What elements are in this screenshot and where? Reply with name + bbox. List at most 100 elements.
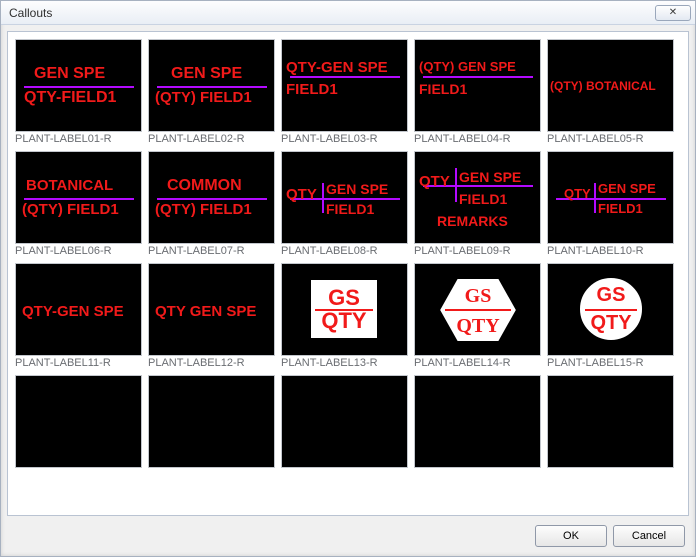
thumbnail-caption: PLANT-LABEL11-R — [15, 357, 142, 369]
callout-text: COMMON — [167, 178, 242, 194]
thumbnail-caption: PLANT-LABEL08-R — [281, 245, 408, 257]
thumbnail-caption: PLANT-LABEL12-R — [148, 357, 275, 369]
callout-text: (QTY) FIELD1 — [22, 202, 119, 217]
callout-thumbnail[interactable]: GEN SPE QTY-FIELD1 — [15, 39, 142, 132]
callout-thumbnail[interactable]: GS QTY — [547, 263, 674, 356]
dialog-footer: OK Cancel — [1, 522, 695, 556]
thumbnail-caption: PLANT-LABEL14-R — [414, 357, 541, 369]
callout-text: QTY GEN SPE — [155, 304, 256, 319]
callout-thumbnail[interactable]: QTY-GEN SPE — [15, 263, 142, 356]
callout-text: QTY — [419, 174, 450, 189]
divider — [157, 198, 267, 200]
grid-cell: QTY GEN SPE PLANT-LABEL12-R — [148, 263, 275, 369]
callout-thumbnail[interactable]: GS QTY — [414, 263, 541, 356]
callout-text: GEN SPE — [326, 182, 388, 196]
thumbnail-caption: PLANT-LABEL15-R — [547, 357, 674, 369]
callout-text: GEN SPE — [34, 66, 105, 82]
thumbnail-caption: PLANT-LABEL13-R — [281, 357, 408, 369]
thumbnail-caption: PLANT-LABEL03-R — [281, 133, 408, 145]
titlebar: Callouts ✕ — [1, 1, 695, 25]
callout-text: GEN SPE — [171, 66, 242, 82]
thumbnail-caption: PLANT-LABEL06-R — [15, 245, 142, 257]
thumbnail-caption: PLANT-LABEL07-R — [148, 245, 275, 257]
callout-text: QTY — [286, 187, 317, 202]
grid-cell: GS QTY PLANT-LABEL14-R — [414, 263, 541, 369]
callout-text: FIELD1 — [459, 192, 507, 206]
callout-text: FIELD1 — [286, 82, 338, 97]
close-icon: ✕ — [669, 7, 677, 18]
grid-cell — [15, 375, 142, 468]
callout-text: GS — [580, 284, 642, 307]
svg-text:QTY: QTY — [456, 315, 500, 337]
callout-text: BOTANICAL — [26, 178, 113, 193]
grid-cell: GSQTY PLANT-LABEL13-R — [281, 263, 408, 369]
circle-shape: GS QTY — [578, 276, 644, 342]
grid-cell: COMMON (QTY) FIELD1 PLANT-LABEL07-R — [148, 151, 275, 257]
grid-cell: (QTY) BOTANICAL PLANT-LABEL05-R — [547, 39, 674, 145]
callout-text: GEN SPE — [598, 182, 656, 195]
callout-thumbnail[interactable] — [15, 375, 142, 468]
thumbnail-caption: PLANT-LABEL01-R — [15, 133, 142, 145]
ok-button[interactable]: OK — [535, 525, 607, 547]
callout-text: GEN SPE — [459, 170, 521, 184]
grid-cell — [547, 375, 674, 468]
grid-cell — [414, 375, 541, 468]
callout-text: QTY — [311, 308, 377, 334]
divider — [157, 86, 267, 88]
divider — [24, 198, 134, 200]
grid-cell: QTY-GEN SPE PLANT-LABEL11-R — [15, 263, 142, 369]
callout-text: FIELD1 — [326, 202, 374, 216]
divider — [423, 76, 533, 78]
callout-text: QTY-GEN SPE — [286, 60, 388, 75]
divider-vertical — [594, 183, 596, 213]
divider — [290, 76, 400, 78]
callout-text: FIELD1 — [419, 82, 467, 96]
grid-cell — [148, 375, 275, 468]
thumbnail-caption: PLANT-LABEL10-R — [547, 245, 674, 257]
callout-thumbnail[interactable]: (QTY) BOTANICAL — [547, 39, 674, 132]
svg-text:GS: GS — [465, 285, 492, 307]
callout-thumbnail[interactable]: (QTY) GEN SPE FIELD1 — [414, 39, 541, 132]
callout-thumbnail[interactable] — [281, 375, 408, 468]
thumbnail-caption: PLANT-LABEL05-R — [547, 133, 674, 145]
grid-cell: QTYGEN SPEFIELD1PLANT-LABEL10-R — [547, 151, 674, 257]
callout-text: QTY-FIELD1 — [24, 90, 116, 106]
thumbnail-grid: GEN SPE QTY-FIELD1 PLANT-LABEL01-R GEN SPE (… — [15, 39, 681, 468]
callout-text: (QTY) GEN SPE — [419, 60, 516, 73]
callout-text: FIELD1 — [598, 202, 643, 215]
callout-text: REMARKS — [437, 214, 508, 228]
callout-thumbnail[interactable]: QTY GEN SPE FIELD1 REMARKS — [414, 151, 541, 244]
divider — [585, 309, 637, 311]
callout-thumbnail[interactable]: GSQTY — [281, 263, 408, 356]
callout-thumbnail[interactable]: QTY-GEN SPE FIELD1 — [281, 39, 408, 132]
cancel-button[interactable]: Cancel — [613, 525, 685, 547]
divider — [24, 86, 134, 88]
callout-text: (QTY) FIELD1 — [155, 90, 252, 105]
thumbnail-caption: PLANT-LABEL04-R — [414, 133, 541, 145]
callout-text: QTY — [580, 312, 642, 335]
callout-thumbnail[interactable]: BOTANICAL (QTY) FIELD1 — [15, 151, 142, 244]
grid-cell: QTY GEN SPE FIELD1 PLANT-LABEL08-R — [281, 151, 408, 257]
thumbnail-caption: PLANT-LABEL09-R — [414, 245, 541, 257]
callout-thumbnail[interactable] — [414, 375, 541, 468]
callout-thumbnail[interactable]: QTY GEN SPE — [148, 263, 275, 356]
rect-shape: GSQTY — [309, 278, 379, 340]
callout-thumbnail[interactable]: QTY GEN SPE FIELD1 — [281, 151, 408, 244]
hex-shape: GS QTY — [437, 276, 519, 344]
callout-text: (QTY) BOTANICAL — [550, 80, 656, 92]
callout-text: QTY-GEN SPE — [22, 304, 124, 319]
grid-cell: GS QTY PLANT-LABEL15-R — [547, 263, 674, 369]
grid-cell: QTY-GEN SPE FIELD1 PLANT-LABEL03-R — [281, 39, 408, 145]
grid-cell: GEN SPE (QTY) FIELD1 PLANT-LABEL02-R — [148, 39, 275, 145]
callout-thumbnail[interactable]: QTYGEN SPEFIELD1 — [547, 151, 674, 244]
dialog-window: Callouts ✕ GEN SPE QTY-FIELD1 PLANT-LABEL0… — [0, 0, 696, 557]
thumbnail-caption: PLANT-LABEL02-R — [148, 133, 275, 145]
close-button[interactable]: ✕ — [655, 5, 691, 21]
callout-thumbnail[interactable] — [148, 375, 275, 468]
callout-text: (QTY) FIELD1 — [155, 202, 252, 217]
divider-vertical — [322, 183, 324, 213]
callout-thumbnail[interactable]: GEN SPE (QTY) FIELD1 — [148, 39, 275, 132]
callout-thumbnail[interactable]: COMMON (QTY) FIELD1 — [148, 151, 275, 244]
callout-thumbnail[interactable] — [547, 375, 674, 468]
content-panel: GEN SPE QTY-FIELD1 PLANT-LABEL01-R GEN SPE (… — [7, 31, 689, 516]
